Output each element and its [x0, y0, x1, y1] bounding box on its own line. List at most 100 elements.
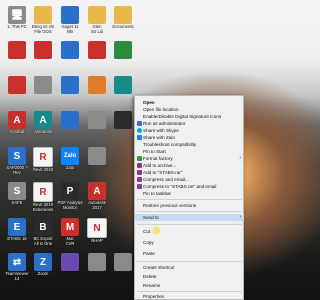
menu-item-label: Send to	[143, 215, 159, 220]
menu-item-label: Pin to taskbar	[143, 191, 172, 196]
menu-item-share-skype[interactable]: Share with Skype	[135, 127, 244, 134]
desktop-icon[interactable]	[4, 41, 30, 59]
desktop-icon[interactable]	[30, 41, 56, 59]
menu-item-label: Add to archive...	[143, 163, 177, 168]
menu-separator	[137, 224, 242, 225]
desktop-icon-zalo[interactable]: Zalo Zalo	[57, 147, 83, 171]
desktop-icon-bc-export[interactable]: B BC Export All in One	[30, 218, 56, 247]
menu-separator	[137, 261, 242, 262]
desktop-icon-autodesk[interactable]: A Autodesk	[30, 111, 56, 135]
context-menu: Open Open file location Enable/Disable D…	[134, 95, 244, 300]
desktop-icon-app[interactable]: Gaget 11 Nhi	[57, 6, 83, 35]
desktop-icon-revit[interactable]: R Revit 2019	[30, 147, 56, 173]
desktop-icon-label: NHAP	[91, 239, 103, 243]
menu-item-label: Run as administrator	[143, 121, 186, 126]
desktop-icon-documents[interactable]: Documents	[110, 6, 136, 30]
mouse-cursor-highlight	[153, 227, 160, 234]
desktop-icon-folder[interactable]: Gắm Sở Lùi	[84, 6, 110, 35]
desktop-icon[interactable]	[110, 76, 136, 94]
format-factory-icon	[137, 156, 142, 161]
menu-item-digital-signature[interactable]: Enable/Disable Digital Signature Icons	[135, 113, 244, 120]
teamviewer-icon: ⇄	[8, 253, 26, 271]
app-red-icon	[34, 41, 52, 59]
folder-icon	[34, 6, 52, 24]
menu-item-label: Properties	[143, 294, 164, 299]
desktop-icon-label: SAFE	[11, 201, 23, 205]
menu-item-send-to[interactable]: Send to ›	[135, 214, 244, 221]
safe-icon: S	[8, 182, 26, 200]
menu-item-label: Compress to "STABS.rar" and email	[143, 184, 217, 189]
menu-item-properties[interactable]: Properties	[135, 293, 244, 300]
menu-separator	[137, 211, 242, 212]
menu-item-restore-previous[interactable]: Restore previous versions	[135, 202, 244, 209]
desktop-icon-safe[interactable]: S SAFE	[4, 182, 30, 206]
menu-item-open[interactable]: Open	[135, 99, 244, 106]
menu-item-delete[interactable]: Delete	[135, 273, 244, 280]
desktop-icon-label: Revit 2019 Extensions	[32, 203, 54, 212]
menu-item-troubleshoot[interactable]: Troubleshoot compatibility	[135, 141, 244, 148]
app-grey-icon	[88, 111, 106, 129]
desktop-icon-mat[interactable]: M Mat CVR	[57, 218, 83, 247]
app-blue-icon	[61, 76, 79, 94]
menu-item-label: Rename	[143, 283, 161, 288]
etabs-icon: E	[8, 218, 26, 236]
desktop-icon[interactable]	[110, 111, 136, 129]
menu-item-open-file-location[interactable]: Open file location	[135, 106, 244, 113]
menu-item-label: Add to "STABS.rar"	[143, 170, 183, 175]
desktop-icon[interactable]	[57, 111, 83, 129]
menu-item-label: Copy	[143, 240, 154, 245]
desktop-icon-etabs[interactable]: E ETABS 18	[4, 218, 30, 242]
desktop-icon-autodesk-2017[interactable]: A Autodesk 2017	[84, 182, 110, 211]
desktop-icon-zoom[interactable]: Z Zoom	[30, 253, 56, 277]
chevron-right-icon: ›	[239, 155, 241, 161]
desktop-icon[interactable]	[30, 76, 56, 94]
desktop-icon-revit-ext[interactable]: R Revit 2019 Extensions	[30, 182, 56, 213]
menu-item-pin-to-start[interactable]: Pin to Start	[135, 148, 244, 155]
desktop-icon[interactable]	[84, 147, 110, 165]
menu-item-copy[interactable]: Copy	[135, 239, 244, 246]
desktop-icon-this-pc[interactable]: 🖥 1. This PC	[4, 6, 30, 30]
menu-item-format-factory[interactable]: Format factory ›	[135, 155, 244, 162]
sap-icon: S	[8, 147, 26, 165]
menu-item-pin-to-taskbar[interactable]: Pin to taskbar	[135, 190, 244, 197]
menu-item-rename[interactable]: Rename	[135, 282, 244, 289]
app-green-icon	[114, 41, 132, 59]
desktop-icon[interactable]	[110, 41, 136, 59]
desktop-icon-nhap[interactable]: N NHAP	[84, 218, 110, 244]
menu-item-label: Format factory	[143, 156, 173, 161]
menu-item-share-zalo[interactable]: Share with Zalo	[135, 134, 244, 141]
menu-item-add-to-archive[interactable]: Add to archive...	[135, 162, 244, 169]
menu-item-create-shortcut[interactable]: Create shortcut	[135, 264, 244, 271]
menu-item-compress-rar-email[interactable]: Compress to "STABS.rar" and email	[135, 183, 244, 190]
desktop-icon-teamviewer[interactable]: ⇄ TeamViewer 14	[4, 253, 30, 282]
desktop-icon-pdf-monitor[interactable]: P PDF Analysis Monitor	[57, 182, 83, 211]
desktop-icon[interactable]	[4, 76, 30, 94]
menu-item-label: Share with Skype	[143, 128, 179, 133]
desktop-icon[interactable]	[84, 253, 110, 271]
menu-item-label: Create shortcut	[143, 265, 175, 270]
app-grey-icon	[114, 253, 132, 271]
app-red-icon	[8, 76, 26, 94]
app-red-icon	[88, 41, 106, 59]
mat-icon: M	[61, 218, 79, 236]
desktop-icon[interactable]	[110, 253, 136, 271]
desktop-icon[interactable]	[57, 76, 83, 94]
zalo-icon	[137, 135, 142, 140]
desktop-icon[interactable]	[84, 41, 110, 59]
desktop-icon-folder[interactable]: Đồng số chí File OOS	[30, 6, 56, 35]
app-dark-icon	[114, 111, 132, 129]
desktop-icon[interactable]	[84, 76, 110, 94]
desktop-icon[interactable]	[84, 111, 110, 129]
desktop-icon[interactable]	[57, 41, 83, 59]
menu-item-add-to-rar[interactable]: Add to "STABS.rar"	[135, 169, 244, 176]
desktop-icon-sap2000[interactable]: S SAP2000 ? Rev	[4, 147, 30, 176]
menu-item-cut[interactable]: Cut	[135, 228, 244, 235]
menu-item-compress-email[interactable]: Compress and email...	[135, 176, 244, 183]
acrobat-icon: A	[8, 111, 26, 129]
desktop-icon-acrobat[interactable]: A Acrobat	[4, 111, 30, 135]
menu-item-label: Delete	[143, 274, 157, 279]
shield-icon	[137, 121, 142, 126]
menu-item-run-as-admin[interactable]: Run as administrator	[135, 120, 244, 127]
menu-item-paste[interactable]: Paste	[135, 250, 244, 257]
desktop-icon[interactable]	[57, 253, 83, 271]
